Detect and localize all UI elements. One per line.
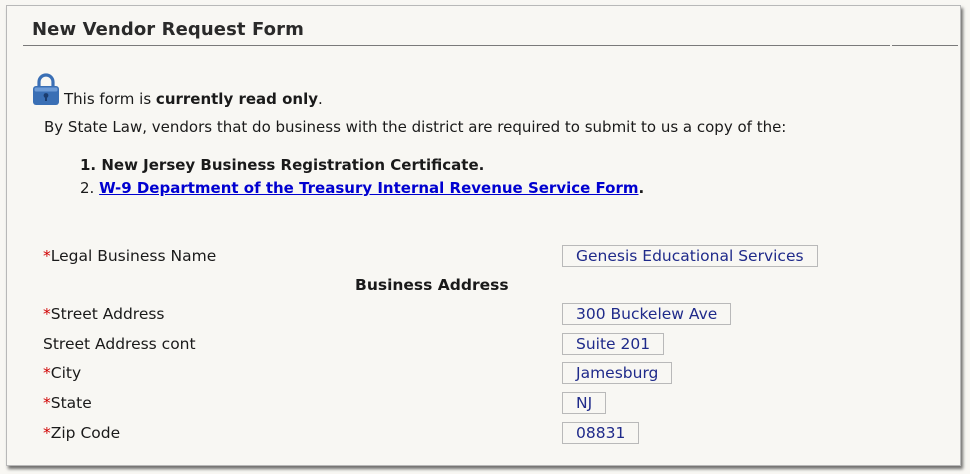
city-label-text: City	[50, 364, 82, 382]
state-law-text: By State Law, vendors that do business w…	[44, 118, 787, 136]
required-marker: *	[43, 364, 51, 382]
lock-icon	[33, 73, 59, 105]
requirement-w9: 2. W-9 Department of the Treasury Intern…	[80, 179, 644, 197]
readonly-suffix: .	[318, 90, 323, 108]
city-field[interactable]: Jamesburg	[562, 362, 673, 384]
required-marker: *	[43, 424, 51, 442]
requirement-w9-number: 2.	[80, 179, 100, 197]
zip-code-field[interactable]: 08831	[562, 422, 640, 444]
readonly-notice: This form is currently read only.	[64, 90, 323, 108]
state-label: *State	[43, 394, 92, 412]
form-title: New Vendor Request Form	[32, 19, 304, 40]
title-divider-end	[892, 45, 958, 46]
required-marker: *	[43, 247, 51, 265]
w9-form-link[interactable]: W-9 Department of the Treasury Internal …	[99, 179, 638, 197]
street-address-cont-label-text: Street Address cont	[43, 335, 196, 353]
business-address-heading: Business Address	[355, 276, 509, 294]
required-marker: *	[43, 394, 51, 412]
requirement-w9-suffix: .	[638, 179, 645, 197]
required-marker: *	[43, 305, 51, 323]
readonly-strong: currently read only	[155, 90, 319, 108]
legal-business-name-label-text: Legal Business Name	[50, 247, 217, 265]
zip-code-label-text: Zip Code	[50, 424, 121, 442]
readonly-prefix: This form is	[64, 90, 156, 108]
state-label-text: State	[50, 394, 92, 412]
street-address-cont-field[interactable]: Suite 201	[562, 333, 665, 355]
street-address-label-text: Street Address	[50, 305, 165, 323]
street-address-cont-label: Street Address cont	[43, 335, 196, 353]
street-address-label: *Street Address	[43, 305, 165, 323]
title-divider	[23, 45, 890, 46]
legal-business-name-field[interactable]: Genesis Educational Services	[562, 245, 818, 267]
zip-code-label: *Zip Code	[43, 424, 120, 442]
requirement-registration-certificate: 1. New Jersey Business Registration Cert…	[80, 156, 485, 174]
street-address-field[interactable]: 300 Buckelew Ave	[562, 303, 732, 325]
state-field[interactable]: NJ	[562, 392, 607, 414]
legal-business-name-label: *Legal Business Name	[43, 247, 216, 265]
city-label: *City	[43, 364, 81, 382]
form-panel	[6, 5, 961, 466]
